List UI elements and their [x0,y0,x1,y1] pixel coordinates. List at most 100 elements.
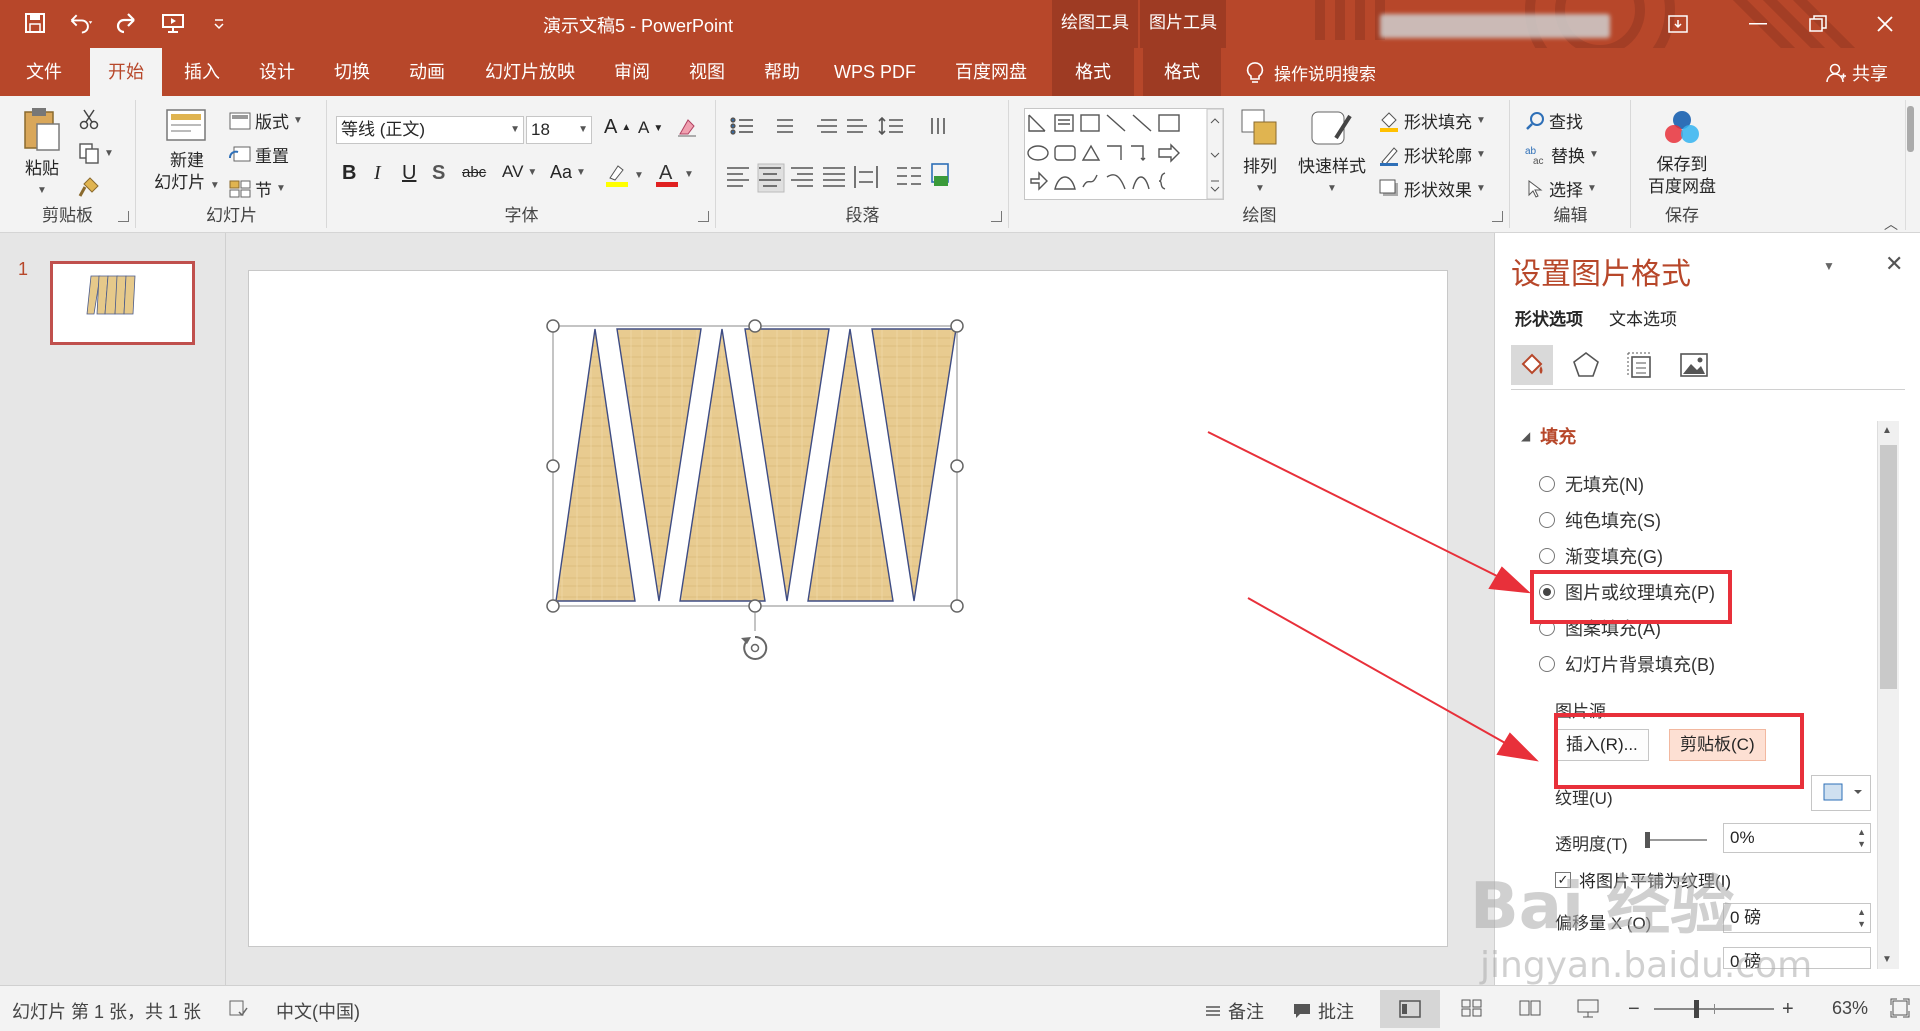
slideshow-view-icon[interactable] [1576,998,1600,1018]
paste-dropdown-icon[interactable]: ▼ [14,180,70,202]
tab-text-options[interactable]: 文本选项 [1609,305,1677,330]
underline-button[interactable]: U [402,162,416,185]
text-shadow-button[interactable]: S [432,162,445,185]
find-button[interactable]: 查找 [1525,108,1583,133]
tab-home[interactable]: 开始 [90,48,162,96]
font-color-button[interactable]: A ▼ [654,160,694,188]
zoom-slider[interactable] [1654,1000,1774,1018]
picture-icon[interactable] [1673,345,1715,385]
tab-wps-pdf[interactable]: WPS PDF [825,48,925,96]
minimize-icon[interactable] [1730,0,1786,48]
copy-dropdown-icon[interactable]: ▼ [104,148,114,159]
paragraph-tools-icons[interactable] [727,114,1002,194]
accessibility-icon[interactable] [228,998,248,1018]
triangle-shapes[interactable] [555,328,957,602]
slide-sorter-view-icon[interactable] [1460,998,1484,1018]
ribbon-scrollbar[interactable] [1905,100,1915,230]
new-slide-button[interactable]: 新建 幻灯片 ▼ [147,104,227,197]
undo-icon[interactable] [68,10,94,36]
section-button[interactable]: 节 ▼ [229,176,286,201]
save-to-baidu-button[interactable]: 保存到 百度网盘 [1634,108,1730,198]
pane-close-icon[interactable]: ✕ [1885,251,1903,277]
reset-button[interactable]: 重置 [229,142,289,167]
tab-file[interactable]: 文件 [14,48,74,96]
slide-canvas[interactable] [248,270,1448,947]
tell-me-search[interactable]: 操作说明搜索 [1246,60,1376,85]
slide-thumbnail[interactable] [50,261,195,345]
ribbon-display-options-icon[interactable] [1650,0,1706,48]
transparency-input[interactable]: 0% ▲ ▼ [1723,823,1871,853]
collapse-ribbon-icon[interactable]: ︿ [1884,214,1898,234]
effects-pentagon-icon[interactable] [1565,345,1607,385]
fill-line-icon[interactable] [1511,345,1553,385]
font-launcher-icon[interactable] [698,211,709,222]
strikethrough-button[interactable]: abc [462,164,486,181]
shape-effects-button[interactable]: 形状效果 ▼ [1378,176,1486,201]
reading-view-icon[interactable] [1518,998,1542,1018]
replace-button[interactable]: ab ac 替换 ▼ [1525,142,1599,167]
arrange-button[interactable]: 排列 ▼ [1232,108,1288,200]
zoom-level[interactable]: 63% [1832,998,1868,1019]
shape-fill-button[interactable]: 形状填充 ▼ [1378,108,1486,133]
normal-view-icon[interactable] [1380,990,1440,1028]
texture-picker[interactable] [1811,775,1871,811]
quick-styles-button[interactable]: 快速样式 ▼ [1294,108,1370,200]
notes-button[interactable]: 备注 [1204,998,1264,1024]
character-spacing-button[interactable]: AV ▼ [502,162,537,182]
pane-scrollbar[interactable]: ▲ ▼ [1877,421,1899,969]
increase-font-size-button[interactable]: A ▲ [604,116,631,139]
language-status[interactable]: 中文(中国) [276,998,360,1024]
highlight-color-button[interactable]: ▼ [604,162,644,188]
tab-help[interactable]: 帮助 [750,48,814,96]
radio-solid-fill[interactable]: 纯色填充(S) [1539,507,1661,533]
tab-view[interactable]: 视图 [675,48,739,96]
italic-button[interactable]: I [374,162,381,185]
clear-formatting-icon[interactable] [676,116,698,138]
fill-section-header[interactable]: ◢ 填充 [1521,423,1576,449]
tab-slideshow[interactable]: 幻灯片放映 [470,48,590,96]
transparency-spinner-icon[interactable]: ▲ ▼ [1857,826,1866,850]
paragraph-launcher-icon[interactable] [991,211,1002,222]
tab-format-drawing[interactable]: 格式 [1052,48,1134,96]
clipboard-launcher-icon[interactable] [118,211,129,222]
redo-icon[interactable] [114,10,140,36]
zoom-out-button[interactable]: − [1628,998,1640,1021]
change-case-button[interactable]: Aa ▼ [550,162,586,183]
customize-qat-icon[interactable] [206,10,232,36]
offset-x-input[interactable]: 0 磅 ▲ ▼ [1723,903,1871,933]
decrease-font-size-button[interactable]: A ▼ [638,118,663,138]
shapes-gallery[interactable] [1024,108,1224,200]
cut-button[interactable] [78,108,100,130]
tab-design[interactable]: 设计 [245,48,309,96]
save-icon[interactable] [22,10,48,36]
tab-baidu-netdisk[interactable]: 百度网盘 [945,48,1037,96]
share-button[interactable]: 共享 [1826,60,1888,86]
tab-shape-options[interactable]: 形状选项 [1515,305,1583,330]
tab-animations[interactable]: 动画 [395,48,459,96]
select-button[interactable]: 选择 ▼ [1525,176,1597,201]
radio-slide-background-fill[interactable]: 幻灯片背景填充(B) [1539,651,1715,677]
shape-outline-button[interactable]: 形状轮廓 ▼ [1378,142,1486,167]
comments-button[interactable]: 批注 [1292,998,1354,1024]
offset-x-spinner-icon[interactable]: ▲ ▼ [1857,906,1866,930]
tab-transitions[interactable]: 切换 [320,48,384,96]
drawing-launcher-icon[interactable] [1492,211,1503,222]
tab-review[interactable]: 审阅 [600,48,664,96]
layout-button[interactable]: 版式 ▼ [229,108,303,133]
start-from-beginning-icon[interactable] [160,10,186,36]
radio-no-fill[interactable]: 无填充(N) [1539,471,1644,497]
size-properties-icon[interactable] [1619,345,1661,385]
fit-slide-icon[interactable] [1890,998,1910,1018]
tab-format-picture[interactable]: 格式 [1143,48,1221,96]
pane-options-dropdown-icon[interactable]: ▼ [1823,259,1835,273]
radio-gradient-fill[interactable]: 渐变填充(G) [1539,543,1663,569]
close-icon[interactable] [1857,0,1913,48]
font-size-combo[interactable]: 18 ▼ [526,116,592,144]
font-name-combo[interactable]: 等线 (正文) ▼ [336,116,524,144]
paste-button[interactable]: 粘贴 ▼ [14,104,70,202]
zoom-in-button[interactable]: + [1782,998,1794,1021]
restore-icon[interactable] [1790,0,1846,48]
rotate-handle-icon[interactable] [741,635,768,660]
tab-insert[interactable]: 插入 [170,48,234,96]
format-painter-button[interactable] [78,176,100,198]
